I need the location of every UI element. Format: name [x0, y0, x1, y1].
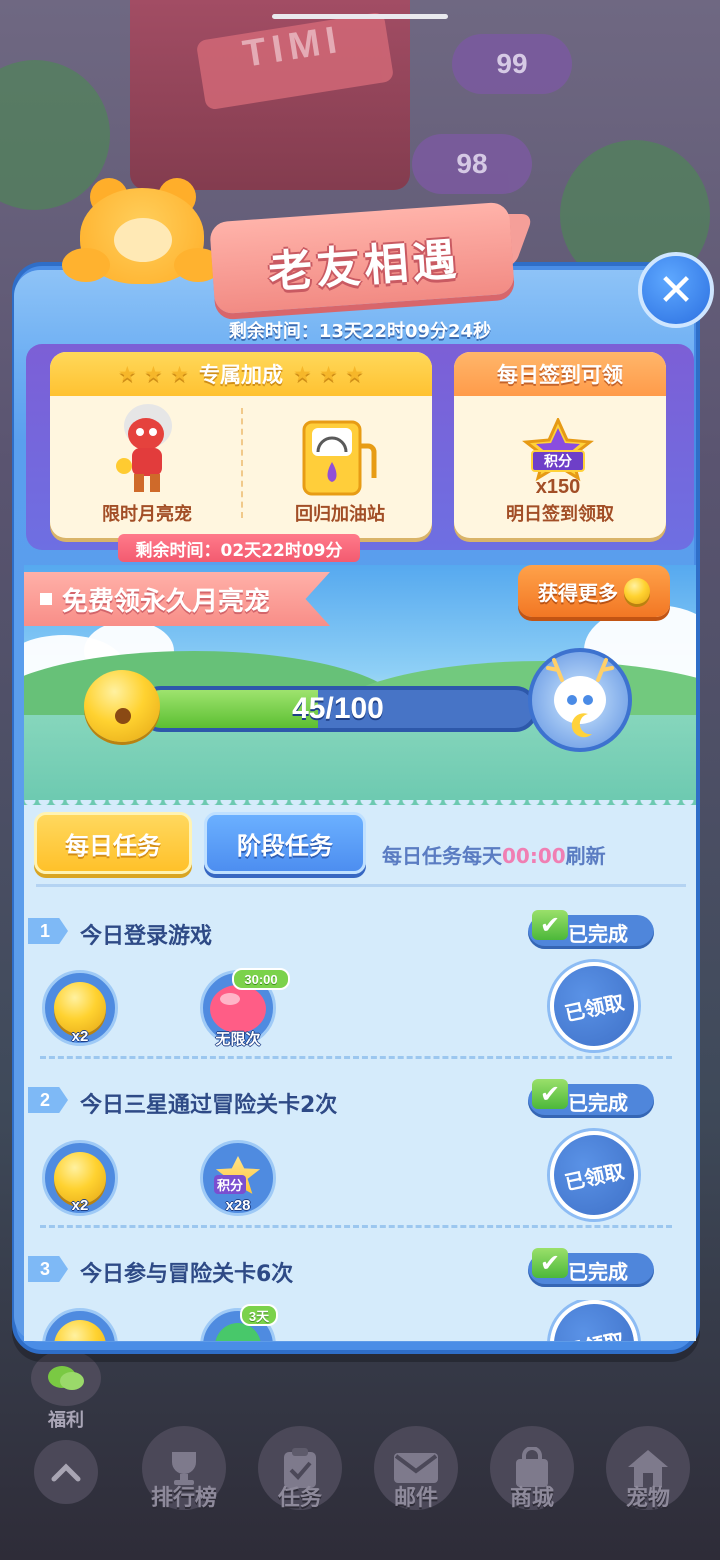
- task-status-text: 已完成: [568, 921, 628, 946]
- signin-reward-count: x150: [535, 476, 581, 498]
- task-status-text: 已完成: [568, 1259, 628, 1284]
- refresh-time: 00:00: [502, 844, 566, 868]
- bonus-item-label: 限时月亮宠: [102, 504, 192, 525]
- event-remaining-time: 剩余时间：13天22时09分24秒: [228, 321, 492, 342]
- red-pet-icon[interactable]: [104, 396, 188, 496]
- get-more-label: 获得更多: [538, 580, 618, 605]
- reward-count: x2: [71, 1197, 89, 1214]
- chat-icon: [31, 1350, 101, 1406]
- bonus-card-title: 专属加成: [199, 363, 283, 387]
- nav-mail[interactable]: 邮件: [366, 1420, 466, 1520]
- level-number: 98: [456, 148, 488, 179]
- moon-pet-banner: 免费领永久月亮宠: [24, 572, 330, 626]
- reward-count: x2: [71, 1028, 89, 1045]
- level-node: 99: [452, 34, 572, 94]
- nav-shop[interactable]: 商城: [482, 1420, 582, 1520]
- star-icon: ★ ★ ★: [117, 362, 189, 386]
- refresh-prefix: 每日任务每天: [382, 844, 502, 868]
- bell-icon: [624, 578, 650, 604]
- bell-icon: [54, 982, 106, 1034]
- moon-pet-banner-text: 免费领永久月亮宠: [62, 586, 271, 617]
- tab-daily-tasks[interactable]: 每日任务: [34, 812, 192, 874]
- bear-mascot-icon: [62, 178, 222, 286]
- fuel-pump-icon[interactable]: [296, 416, 384, 498]
- nav-label: 排行榜: [150, 1486, 217, 1511]
- tab-stage-tasks[interactable]: 阶段任务: [204, 812, 366, 874]
- claimed-label: 已领取: [562, 989, 627, 1026]
- close-icon: ✕: [657, 264, 695, 316]
- task-divider: [40, 1056, 672, 1059]
- nav-pets[interactable]: 宠物: [598, 1420, 698, 1520]
- refresh-note: 每日任务每天00:00刷新: [382, 840, 606, 869]
- nav-label: 商城: [509, 1486, 554, 1511]
- check-icon: ✔: [532, 1248, 568, 1278]
- star-icon: ★ ★ ★: [293, 362, 365, 386]
- level-node: 98: [412, 134, 532, 194]
- nav-tasks[interactable]: 任务: [250, 1420, 350, 1520]
- home-indicator: [272, 14, 448, 19]
- nav-label: 邮件: [393, 1486, 438, 1511]
- reward-count: 无限次: [215, 1031, 261, 1048]
- chevron-up-icon: [34, 1440, 98, 1504]
- bell-icon: [84, 670, 160, 742]
- welfare-button[interactable]: 福利: [24, 1350, 108, 1431]
- bonus-card-header: ★ ★ ★ 专属加成 ★ ★ ★: [50, 352, 432, 396]
- claimed-label: 已领取: [562, 1324, 627, 1341]
- claimed-label: 已领取: [562, 1158, 627, 1195]
- task-title: 今日三星通过冒险关卡2次: [80, 1093, 338, 1118]
- banner-bullet: [40, 593, 52, 605]
- reward-bell[interactable]: [42, 1308, 118, 1341]
- nav-label: 宠物: [625, 1486, 670, 1511]
- task-status-text: 已完成: [568, 1090, 628, 1115]
- refresh-suffix: 刷新: [565, 844, 606, 868]
- tab-label: 阶段任务: [237, 831, 333, 860]
- points-badge-text: 积分: [214, 1175, 247, 1194]
- nav-collapse[interactable]: [16, 1420, 116, 1520]
- task-3-rewards-clip: 3天 已领取: [24, 1300, 696, 1341]
- bell-icon: [54, 1320, 106, 1341]
- task-divider: [40, 1225, 672, 1228]
- get-more-button[interactable]: 获得更多: [518, 565, 670, 617]
- progress-text: 45/100: [292, 692, 384, 725]
- nav-leaderboard[interactable]: 排行榜: [134, 1420, 234, 1520]
- level-number: 99: [496, 48, 528, 79]
- moon-pet-deer-icon[interactable]: [528, 648, 632, 752]
- reward-timer-tag: 30:00: [232, 968, 290, 990]
- task-title: 今日登录游戏: [80, 924, 213, 949]
- signin-label: 明日签到领取: [506, 504, 614, 525]
- reward-timer-tag: 3天: [240, 1304, 278, 1326]
- bell-progress-bar: 45/100: [138, 686, 538, 732]
- divider: [36, 884, 686, 887]
- tab-label: 每日任务: [65, 831, 161, 860]
- bonus-timer: 剩余时间：02天22时09分: [118, 534, 360, 562]
- check-icon: ✔: [532, 1079, 568, 1109]
- points-badge-text: 积分: [531, 450, 585, 472]
- nav-label: 任务: [277, 1486, 322, 1511]
- card-divider: [241, 408, 243, 518]
- signin-card-header: 每日签到可领: [454, 352, 666, 396]
- scallop-edge: [24, 800, 696, 810]
- bonus-item-label: 回归加油站: [295, 504, 385, 525]
- claimed-button[interactable]: 已领取: [541, 1300, 647, 1341]
- task-title: 今日参与冒险关卡6次: [80, 1262, 294, 1287]
- reward-count: x28: [225, 1197, 251, 1214]
- check-icon: ✔: [532, 910, 568, 940]
